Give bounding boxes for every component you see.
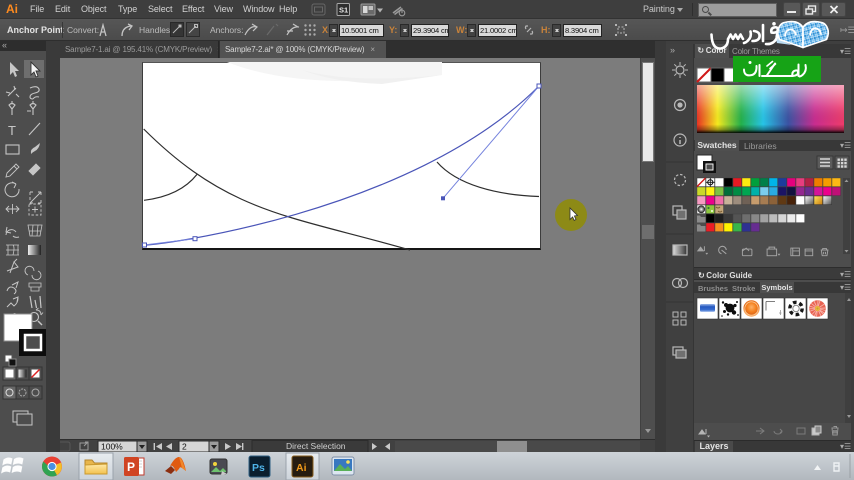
svg-text:S1: S1 [339, 6, 348, 15]
svg-text:T: T [8, 123, 16, 138]
svg-text:2: 2 [182, 442, 187, 452]
svg-text:Ps: Ps [252, 462, 265, 474]
svg-text:100%: 100% [101, 442, 123, 452]
svg-text:Ai: Ai [296, 462, 307, 474]
svg-text:Direct Selection: Direct Selection [286, 441, 346, 451]
svg-text:P: P [127, 460, 135, 474]
